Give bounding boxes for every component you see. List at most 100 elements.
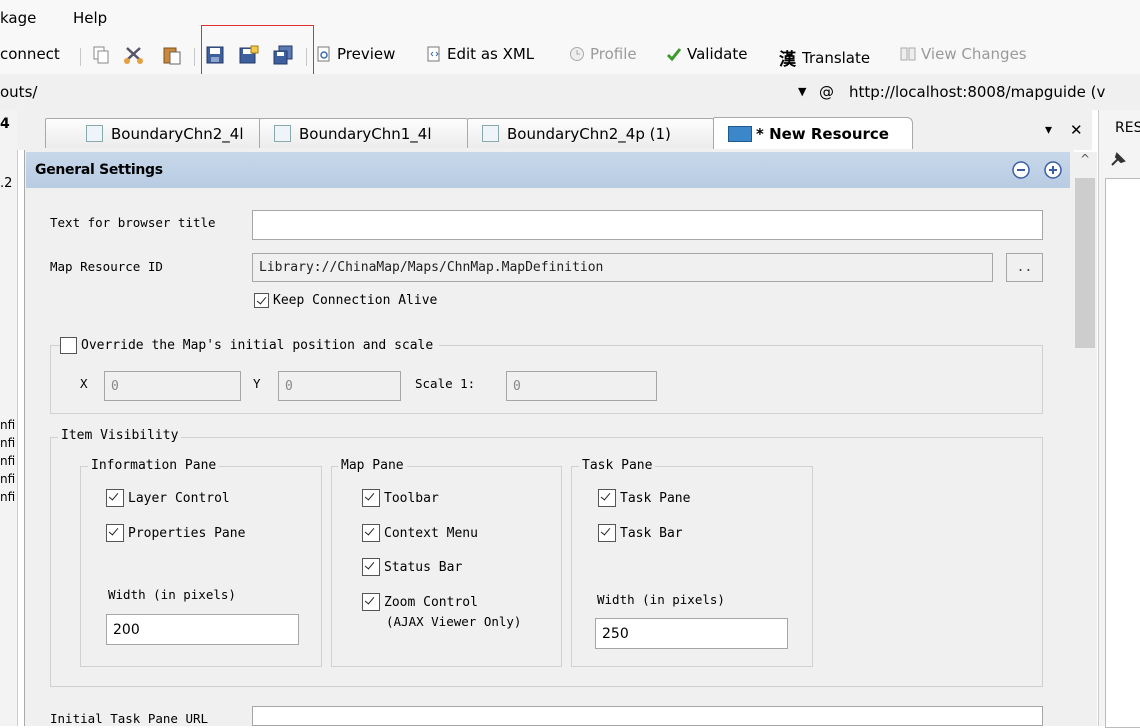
override-label: Override the Map's initial position and …	[81, 338, 434, 353]
dropdown-arrow-icon[interactable]: ▼	[798, 85, 806, 98]
toolbar-separator	[80, 48, 81, 66]
close-tab-icon[interactable]: ✕	[1070, 121, 1083, 139]
right-panel: RES	[1098, 110, 1140, 728]
left-panel-item[interactable]: nfi	[0, 454, 15, 468]
pin-icon[interactable]	[1109, 150, 1135, 168]
checkbox-box	[106, 524, 124, 542]
at-icon: @	[819, 83, 834, 101]
right-panel-content	[1105, 178, 1140, 728]
left-panel-item[interactable]: nfi	[0, 436, 15, 450]
checkbox-box	[254, 293, 269, 308]
preview-label: Preview	[337, 45, 396, 63]
translate-button[interactable]: 漢 Translate	[779, 45, 871, 71]
translate-label: Translate	[802, 48, 871, 67]
info-width-input[interactable]: 200	[106, 614, 299, 645]
context-menu-checkbox[interactable]: Context Menu	[362, 524, 478, 542]
status-bar-label: Status Bar	[384, 559, 463, 575]
checkmark-icon	[666, 48, 682, 62]
copy-button[interactable]	[91, 45, 111, 65]
tab-boundarychn2-4p[interactable]: BoundaryChn2_4p (1)	[467, 118, 717, 148]
information-pane-title: Information Pane	[88, 458, 220, 473]
zoom-control-checkbox[interactable]: Zoom Control	[362, 593, 478, 611]
override-checkbox[interactable]: Override the Map's initial position and …	[60, 337, 440, 354]
task-bar-label: Task Bar	[620, 525, 683, 541]
right-panel-title: RES	[1115, 120, 1140, 136]
view-changes-label: View Changes	[921, 45, 1027, 63]
x-label: X	[80, 376, 88, 391]
properties-pane-label: Properties Pane	[128, 525, 246, 541]
checkbox-box	[362, 489, 380, 507]
left-panel-item[interactable]: nfi	[0, 490, 15, 504]
scroll-up-icon[interactable]: ^	[1080, 152, 1090, 166]
properties-pane-checkbox[interactable]: Properties Pane	[106, 524, 245, 542]
browser-title-input[interactable]	[252, 210, 1043, 240]
edit-as-xml-button[interactable]: Edit as XML	[426, 45, 534, 63]
info-width-label: Width (in pixels)	[108, 587, 236, 602]
xml-icon	[427, 46, 440, 62]
scrollbar-thumb[interactable]	[1075, 178, 1095, 348]
zoom-control-note: (AJAX Viewer Only)	[386, 614, 522, 629]
profile-icon	[570, 47, 584, 61]
menu-help[interactable]: Help	[73, 9, 107, 27]
initial-task-url-input[interactable]	[252, 706, 1043, 726]
toolbar-checkbox[interactable]: Toolbar	[362, 489, 439, 507]
tab-label: * New Resource	[756, 124, 889, 143]
menu-package[interactable]: kage	[0, 9, 36, 27]
checkbox-box	[60, 337, 77, 354]
view-changes-button[interactable]: View Changes	[900, 45, 1027, 63]
checkbox-box	[362, 593, 380, 611]
map-pane-title: Map Pane	[338, 458, 407, 473]
browser-title-label: Text for browser title	[50, 215, 216, 230]
section-title: General Settings	[35, 162, 163, 178]
map-layout-icon	[728, 125, 752, 142]
section-header: General Settings	[26, 152, 1070, 188]
paste-button[interactable]	[162, 45, 182, 65]
scale-input[interactable]: 0	[506, 371, 657, 401]
tab-boundarychn1-4l[interactable]: BoundaryChn1_4l	[259, 118, 471, 148]
profile-button[interactable]: Profile	[569, 45, 637, 63]
checkbox-box	[362, 558, 380, 576]
checkbox-box	[598, 489, 616, 507]
x-input[interactable]: 0	[104, 371, 241, 401]
browse-button[interactable]: ..	[1006, 253, 1043, 282]
vertical-scrollbar[interactable]: ^	[1073, 152, 1097, 726]
copy-icon	[93, 46, 109, 64]
document-tabs: BoundaryChn2_4l BoundaryChn1_4l Boundary…	[17, 110, 1092, 150]
validate-label: Validate	[687, 45, 748, 63]
task-width-input[interactable]: 250	[595, 618, 788, 649]
keep-alive-checkbox[interactable]: Keep Connection Alive	[254, 293, 437, 308]
checkbox-box	[598, 524, 616, 542]
tab-label: BoundaryChn1_4l	[299, 124, 432, 143]
menu-bar: kage Help	[0, 0, 1140, 38]
tab-new-resource[interactable]: * New Resource	[713, 117, 913, 149]
tab-boundarychn2-4l[interactable]: BoundaryChn2_4l	[45, 118, 265, 148]
toolbar-label: Toolbar	[384, 490, 439, 506]
expand-icon[interactable]	[1044, 161, 1062, 179]
scale-label: Scale 1:	[415, 376, 476, 391]
document-icon	[274, 125, 291, 142]
toolbar: connect Preview Edit as XML Profile Vali…	[0, 38, 1140, 74]
task-width-label: Width (in pixels)	[597, 592, 725, 607]
tab-label: BoundaryChn2_4l	[111, 124, 244, 143]
left-panel-item[interactable]: nfi	[0, 418, 15, 432]
layer-control-label: Layer Control	[128, 490, 230, 506]
address-bar: outs/ ▼ @ http://localhost:8008/mapguide…	[0, 74, 1140, 110]
collapse-icon[interactable]	[1012, 161, 1030, 179]
task-bar-checkbox[interactable]: Task Bar	[598, 524, 683, 542]
map-resource-input[interactable]: Library://ChinaMap/Maps/ChnMap.MapDefini…	[252, 253, 993, 282]
connect-button[interactable]: connect	[0, 45, 60, 63]
tab-menu-icon[interactable]: ▾	[1045, 122, 1052, 138]
preview-button[interactable]: Preview	[316, 45, 395, 63]
task-pane-label: Task Pane	[620, 490, 691, 506]
zoom-control-label: Zoom Control	[384, 594, 478, 610]
left-panel-item[interactable]: nfi	[0, 472, 15, 486]
task-pane-checkbox[interactable]: Task Pane	[598, 489, 690, 507]
status-bar-checkbox[interactable]: Status Bar	[362, 558, 462, 576]
layer-control-checkbox[interactable]: Layer Control	[106, 489, 230, 507]
preview-icon	[317, 46, 330, 62]
y-input[interactable]: 0	[278, 371, 401, 401]
cut-button[interactable]	[123, 45, 145, 65]
checkbox-box	[106, 489, 124, 507]
left-panel-item: 4	[0, 116, 10, 132]
validate-button[interactable]: Validate	[666, 45, 747, 63]
